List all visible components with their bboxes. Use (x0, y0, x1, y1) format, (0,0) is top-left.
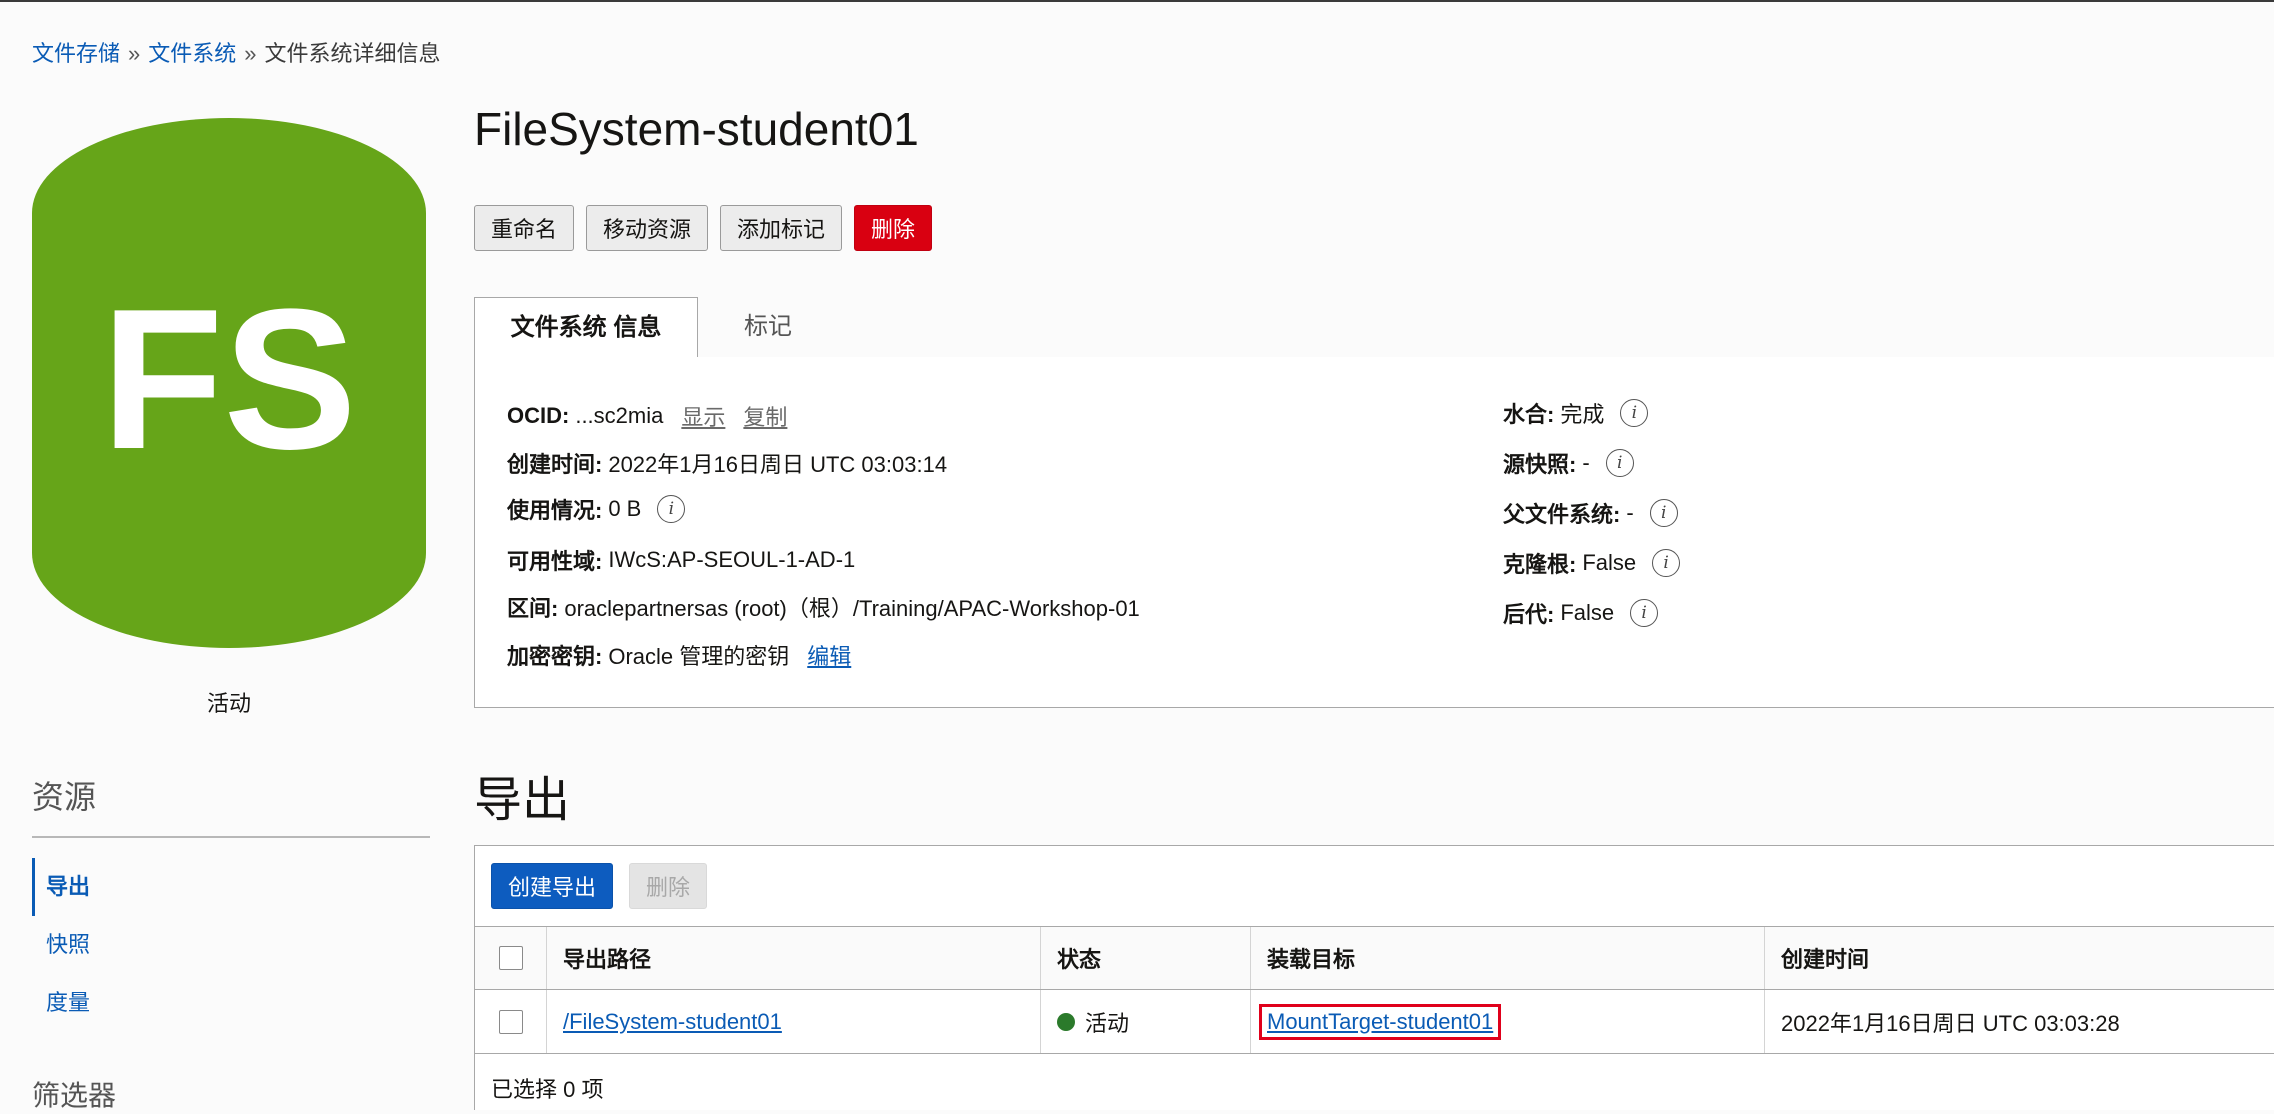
compartment-label: 区间: (507, 596, 559, 621)
ocid-value: ...sc2mia (575, 403, 664, 428)
info-icon[interactable]: i (1620, 399, 1649, 427)
ocid-label: OCID: (507, 403, 570, 428)
page-title: FileSystem-student01 (474, 103, 919, 155)
export-path-cell: /FileSystem-student01 (547, 990, 1041, 1053)
info-icon[interactable]: i (1605, 449, 1634, 477)
column-header-status[interactable]: 状态 (1041, 927, 1251, 989)
row-checkbox[interactable] (498, 1009, 523, 1034)
compartment-row: 区间: oraclepartnersas (root)（根）/Training/… (507, 591, 1140, 623)
select-all-checkbox[interactable] (498, 946, 523, 970)
encryption-key-value: Oracle 管理的密钥 (608, 644, 790, 669)
descendants-label: 后代: (1503, 602, 1555, 627)
exports-table: 创建导出 删除 导出路径 状态 装载目标 创建时间 /FileSystem-st… (474, 845, 2274, 1110)
file-system-info-panel: OCID: ...sc2mia 显示 复制 创建时间: 2022年1月16日周日… (474, 357, 2274, 708)
clone-root-row: 克隆根: False i (1503, 547, 1681, 579)
created-value: 2022年1月16日周日 UTC 03:03:14 (608, 452, 948, 477)
resources-item-exports[interactable]: 导出 (32, 858, 430, 916)
clone-root-label: 克隆根: (1503, 552, 1577, 577)
breadcrumb-current: 文件系统详细信息 (264, 41, 441, 66)
move-resource-button[interactable]: 移动资源 (586, 205, 709, 251)
file-system-logo-icon: FS (32, 118, 426, 648)
hydrated-row: 水合: 完成 i (1503, 397, 1649, 429)
breadcrumb-file-systems[interactable]: 文件系统 (148, 41, 236, 66)
table-header: 导出路径 状态 装载目标 创建时间 (475, 926, 2274, 990)
resources-nav: 导出 快照 度量 (32, 858, 430, 1032)
ocid-copy-link[interactable]: 复制 (743, 400, 787, 432)
status-text: 活动 (1085, 1010, 1130, 1036)
created-label: 创建时间: (507, 452, 603, 477)
column-header-created[interactable]: 创建时间 (1765, 927, 2274, 989)
parent-file-system-value: - (1626, 500, 1634, 525)
mount-target-link[interactable]: MountTarget-student01 (1259, 1003, 1502, 1040)
delete-button[interactable]: 删除 (854, 205, 933, 251)
info-icon[interactable]: i (1652, 549, 1681, 577)
parent-file-system-row: 父文件系统: - i (1503, 497, 1678, 529)
create-export-button[interactable]: 创建导出 (491, 863, 614, 909)
table-row: /FileSystem-student01 活动 MountTarget-stu… (475, 990, 2274, 1054)
source-snapshot-label: 源快照: (1503, 452, 1577, 477)
hydrated-value: 完成 (1560, 402, 1605, 427)
info-icon[interactable]: i (657, 495, 686, 523)
mount-target-cell: MountTarget-student01 (1251, 990, 1765, 1053)
breadcrumb-separator: » (128, 41, 141, 66)
usage-row: 使用情况: 0 B i (507, 493, 686, 525)
action-bar: 重命名 移动资源 添加标记 删除 (474, 205, 933, 251)
export-path-link[interactable]: /FileSystem-student01 (563, 1009, 782, 1035)
usage-label: 使用情况: (507, 498, 603, 523)
resources-item-metrics[interactable]: 度量 (32, 974, 430, 1032)
availability-domain-row: 可用性域: IWcS:AP-SEOUL-1-AD-1 (507, 544, 855, 576)
column-header-mount-target[interactable]: 装载目标 (1251, 927, 1765, 989)
usage-value: 0 B (608, 496, 642, 521)
source-snapshot-row: 源快照: - i (1503, 447, 1634, 479)
add-tags-button[interactable]: 添加标记 (720, 205, 843, 251)
clone-root-value: False (1582, 550, 1637, 575)
descendants-row: 后代: False i (1503, 597, 1659, 629)
created-cell: 2022年1月16日周日 UTC 03:03:28 (1781, 1010, 2120, 1036)
selected-count: 已选择 0 项 (491, 1077, 604, 1102)
ocid-row: OCID: ...sc2mia 显示 复制 (507, 400, 787, 432)
breadcrumb: 文件存储 » 文件系统 » 文件系统详细信息 (32, 36, 441, 68)
encryption-key-label: 加密密钥: (507, 644, 603, 669)
status-cell: 活动 (1041, 990, 1251, 1053)
info-icon[interactable]: i (1649, 499, 1678, 527)
status-active-icon (1057, 1012, 1075, 1031)
availability-domain-label: 可用性域: (507, 549, 603, 574)
created-row: 创建时间: 2022年1月16日周日 UTC 03:03:14 (507, 447, 947, 479)
tab-tags[interactable]: 标记 (728, 297, 808, 357)
breadcrumb-separator: » (244, 41, 257, 66)
encryption-key-edit-link[interactable]: 编辑 (807, 639, 851, 671)
logo-text: FS (101, 268, 357, 491)
tab-file-system-info[interactable]: 文件系统 信息 (474, 297, 698, 358)
row-select-cell (475, 990, 547, 1053)
encryption-key-row: 加密密钥: Oracle 管理的密钥 编辑 (507, 639, 851, 671)
breadcrumb-file-storage[interactable]: 文件存储 (32, 41, 120, 66)
exports-toolbar: 创建导出 删除 (491, 863, 708, 909)
exports-heading: 导出 (474, 774, 571, 827)
compartment-value: oraclepartnersas (root)（根）/Training/APAC… (564, 596, 1140, 621)
hydrated-label: 水合: (1503, 402, 1555, 427)
select-all-cell (475, 927, 547, 989)
resource-status-label: 活动 (206, 691, 251, 716)
availability-domain-value: IWcS:AP-SEOUL-1-AD-1 (608, 547, 856, 572)
filters-heading: 筛选器 (32, 1080, 117, 1111)
info-icon[interactable]: i (1630, 599, 1659, 627)
ocid-show-link[interactable]: 显示 (681, 400, 725, 432)
tab-bar: 文件系统 信息 标记 (474, 297, 2274, 358)
source-snapshot-value: - (1582, 450, 1590, 475)
rename-button[interactable]: 重命名 (474, 205, 575, 251)
descendants-value: False (1560, 600, 1615, 625)
column-header-export-path[interactable]: 导出路径 (547, 927, 1041, 989)
resources-divider (32, 836, 430, 838)
resources-heading: 资源 (32, 779, 97, 815)
delete-export-button: 删除 (629, 863, 708, 909)
parent-file-system-label: 父文件系统: (1503, 502, 1621, 527)
resources-item-snapshots[interactable]: 快照 (32, 916, 430, 974)
